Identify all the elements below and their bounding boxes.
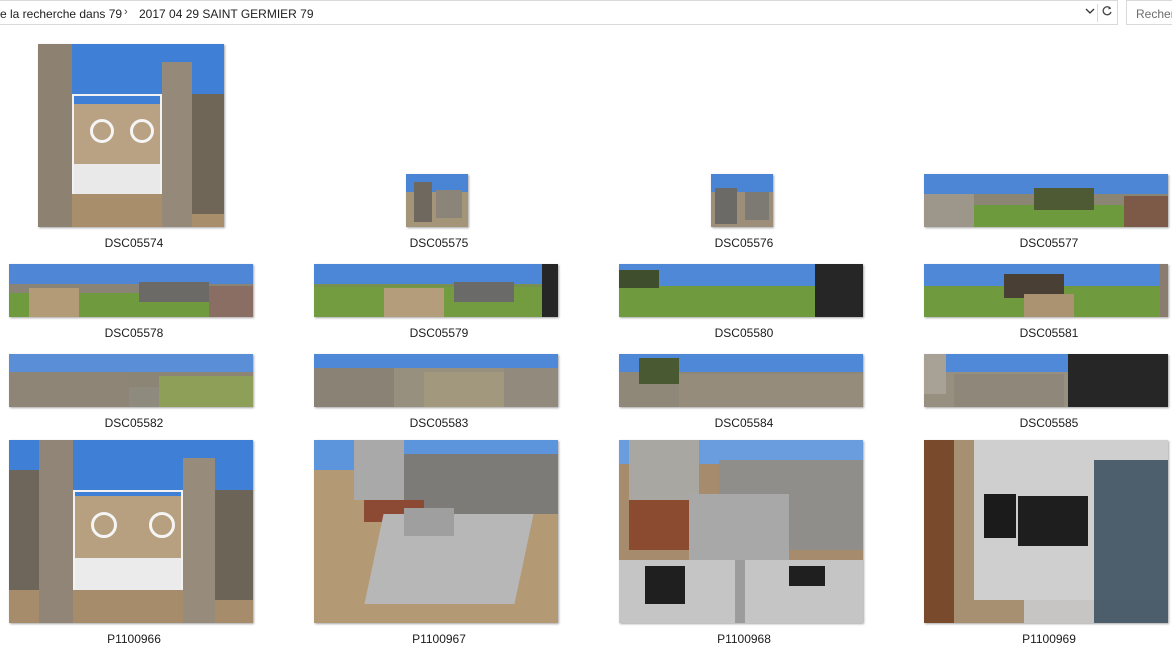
file-name: P1100966 — [107, 632, 161, 646]
thumbnail-image[interactable] — [314, 440, 558, 623]
file-name: DSC05576 — [714, 236, 774, 250]
thumbnail-image[interactable] — [924, 264, 1168, 317]
thumbnail-image[interactable] — [619, 264, 863, 317]
file-name: DSC05579 — [409, 326, 469, 340]
thumbnail-image[interactable] — [711, 174, 773, 227]
thumbnail-image[interactable] — [924, 354, 1168, 407]
file-name: P1100968 — [717, 632, 771, 646]
search-placeholder: Recher — [1136, 7, 1172, 21]
breadcrumb-current[interactable]: 2017 04 29 SAINT GERMIER 79 — [139, 7, 314, 21]
thumbnail-image[interactable] — [619, 354, 863, 407]
file-name: DSC05585 — [1019, 416, 1079, 430]
thumbnail-image[interactable] — [314, 354, 558, 407]
file-name: DSC05580 — [714, 326, 774, 340]
thumbnail-image[interactable] — [924, 174, 1168, 227]
refresh-icon[interactable] — [1097, 4, 1116, 22]
file-name: DSC05584 — [714, 416, 774, 430]
chevron-down-icon[interactable] — [1083, 5, 1097, 21]
thumbnail-image[interactable] — [38, 44, 224, 227]
file-name: P1100969 — [1022, 632, 1076, 646]
breadcrumb-parent[interactable]: e la recherche dans 79 — [0, 7, 122, 21]
file-name: DSC05574 — [104, 236, 164, 250]
breadcrumb-separator-icon[interactable]: › — [124, 6, 128, 18]
thumbnail-image[interactable] — [619, 440, 863, 623]
thumbnail-image[interactable] — [9, 354, 253, 407]
file-name: DSC05581 — [1019, 326, 1079, 340]
file-name: DSC05583 — [409, 416, 469, 430]
file-name: DSC05578 — [104, 326, 164, 340]
thumbnail-image[interactable] — [9, 264, 253, 317]
thumbnail-image[interactable] — [924, 440, 1168, 623]
file-name: DSC05577 — [1019, 236, 1079, 250]
file-name: DSC05575 — [409, 236, 469, 250]
address-bar[interactable]: e la recherche dans 79 › 2017 04 29 SAIN… — [0, 0, 1118, 25]
thumbnail-image[interactable] — [406, 174, 468, 227]
thumbnail-image[interactable] — [314, 264, 558, 317]
thumbnail-image[interactable] — [9, 440, 253, 623]
search-input[interactable]: Recher — [1126, 0, 1172, 25]
file-name: P1100967 — [412, 632, 466, 646]
file-name: DSC05582 — [104, 416, 164, 430]
